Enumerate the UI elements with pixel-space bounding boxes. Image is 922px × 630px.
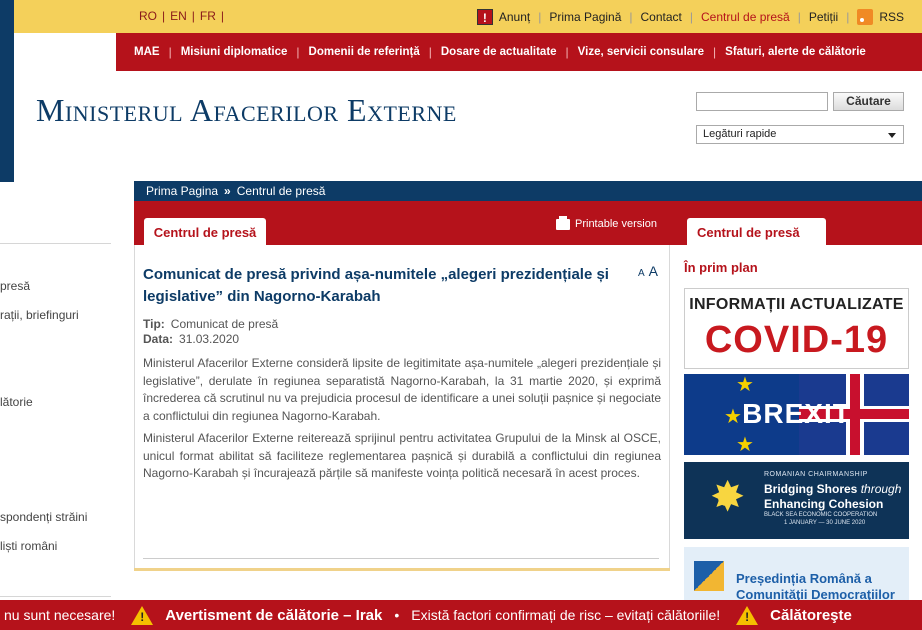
sun-icon [708,472,745,521]
nav-mae[interactable]: MAE [134,46,169,58]
article-bottom-border [134,568,670,571]
left-brand-stripe [0,0,14,182]
font-increase-button[interactable]: A [649,263,658,279]
article-paragraph: Ministerul Afacerilor Externe reiterează… [143,431,661,480]
sidebar-item-declaratii[interactable]: rații, briefinguri [0,308,79,322]
warning-icon [131,605,154,625]
article-title: Comunicat de presă privind așa-numitele … [143,266,609,305]
font-decrease-button[interactable]: A [638,268,645,279]
data-label: Data: [143,332,174,346]
sidebar-item-corespondenti[interactable]: spondenți străini [0,510,87,524]
search-button[interactable]: Căutare [833,92,904,111]
font-size-controls: AA [638,263,658,281]
article-paragraph: Ministerul Afacerilor Externe consideră … [143,356,661,423]
ticker-alert-text: Există factori confirmați de risc – evit… [411,607,721,623]
banner-headline: Bridging Shores through [764,482,902,496]
covid-banner[interactable]: INFORMAȚII ACTUALIZATE COVID-19 [684,288,909,369]
tab-centrul-de-presa[interactable]: Centrul de presă [144,218,266,246]
tab-side-centrul-de-presa[interactable]: Centrul de presă [687,218,826,246]
alert-icon: ! [476,9,493,25]
printable-version-link[interactable]: Printable version [556,215,657,230]
article-divider [143,558,659,559]
lang-fr[interactable]: FR [195,9,221,23]
nav-misiuni[interactable]: Misiuni diplomatice [172,46,297,58]
banner-org: BLACK SEA ECONOMIC COOPERATION [764,512,878,518]
main-navigation: MAE | Misiuni diplomatice | Domenii de ref… [116,33,922,71]
breadcrumb-separator-icon: » [224,184,231,198]
link-anunt[interactable]: Anunț [497,10,538,24]
covid-banner-label: COVID-19 [704,319,889,361]
quick-links-select[interactable]: Legături rapide [696,125,904,144]
printer-icon [556,215,570,230]
sidebar-item-presa[interactable]: presă [0,279,30,293]
nav-dosare[interactable]: Dosare de actualitate [432,46,566,58]
data-value: 31.03.2020 [179,332,240,346]
warning-icon [736,605,759,625]
breadcrumb: Prima Pagina » Centrul de presă [134,181,922,201]
top-links: ! Anunț | Prima Pagină | Contact | Centrul … [476,9,904,25]
presidency-logo-icon [694,561,724,591]
ticker-lead: nu sunt necesare! [4,607,116,623]
printable-label: Printable version [575,218,657,230]
bsec-chairmanship-banner[interactable]: ROMANIAN CHAIRMANSHIP Bridging Shores th… [684,462,909,539]
ticker-alert-title-2: Călătoreşte [770,606,852,624]
banner-dates: 1 JANUARY — 30 JUNE 2020 [784,520,866,526]
sidebar-divider [0,243,111,244]
search-input[interactable] [696,92,828,111]
article-meta: Tip: Comunicat de presă Data: 31.03.2020 [143,317,278,347]
tip-value: Comunicat de presă [170,317,279,331]
sidebar-divider-bottom [0,596,111,597]
breadcrumb-home[interactable]: Prima Pagina [146,184,218,198]
lang-ro[interactable]: RO [134,9,162,23]
in-prim-plan-heading: În prim plan [684,260,758,275]
breadcrumb-current[interactable]: Centrul de presă [237,184,326,198]
sidebar-item-jurnalisti[interactable]: liști români [0,539,57,553]
brexit-banner[interactable]: ★ ★ ★ BREXIT [684,374,909,455]
link-rss[interactable]: RSS [877,10,904,24]
eu-star-icon: ★ [736,434,754,455]
quick-links-label: Legături rapide [703,128,777,140]
eu-star-icon: ★ [736,374,754,396]
travel-alert-ticker[interactable]: nu sunt necesare! Avertisment de călător… [0,600,922,630]
ticker-alert-title: Avertisment de călătorie – Irak [165,606,383,624]
language-switcher: RO | EN | FR | [134,9,224,23]
presidency-title: Președinția Română a [736,571,872,586]
link-contact[interactable]: Contact [633,10,690,24]
link-centrul-de-presa[interactable]: Centrul de presă [693,10,798,24]
nav-domenii[interactable]: Domenii de referință [300,46,429,58]
brexit-label: BREXIT [742,398,851,429]
ticker-bullet: • [394,607,400,623]
nav-vize[interactable]: Vize, servicii consulare [569,46,713,58]
banner-kicker: ROMANIAN CHAIRMANSHIP [764,471,868,478]
nav-sfaturi[interactable]: Sfaturi, alerte de călătorie [716,46,875,58]
link-petitii[interactable]: Petiții [801,10,846,24]
presidency-banner[interactable]: Președinția Română a Comunităţii Democra… [684,547,909,602]
covid-banner-title: INFORMAȚII ACTUALIZATE [689,296,904,313]
rss-icon [857,9,874,25]
link-prima-pagina[interactable]: Prima Pagină [541,10,629,24]
chevron-down-icon [888,133,896,138]
banner-subheadline: Enhancing Cohesion [764,497,884,511]
tip-label: Tip: [143,317,165,331]
site-logo[interactable]: Ministerul Afacerilor Externe [36,92,457,129]
lang-en[interactable]: EN [165,9,192,23]
sidebar-item-calatorie[interactable]: lătorie [0,395,33,409]
